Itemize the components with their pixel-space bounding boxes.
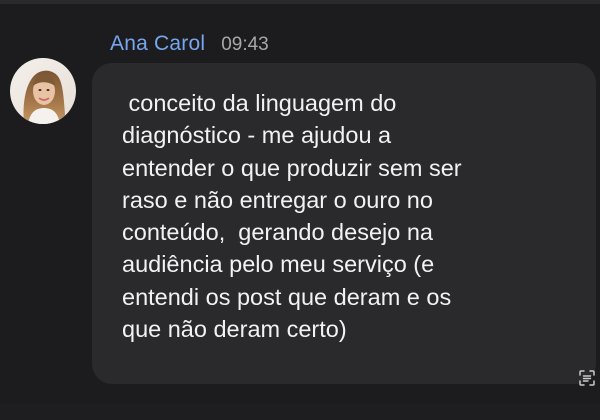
- sender-name[interactable]: Ana Carol: [110, 32, 205, 56]
- avatar-photo: [10, 58, 76, 124]
- message-bubble[interactable]: conceito da linguagem do diagnóstico - m…: [92, 63, 596, 384]
- text-recognition-icon[interactable]: [578, 369, 596, 387]
- bottom-strip: [0, 404, 600, 420]
- message-header: Ana Carol 09:43: [110, 32, 269, 58]
- message-text: conceito da linguagem do diagnóstico - m…: [122, 90, 462, 343]
- chat-message: Ana Carol 09:43 conceito da linguagem do…: [0, 0, 600, 420]
- avatar[interactable]: [10, 58, 76, 124]
- message-timestamp: 09:43: [221, 34, 269, 55]
